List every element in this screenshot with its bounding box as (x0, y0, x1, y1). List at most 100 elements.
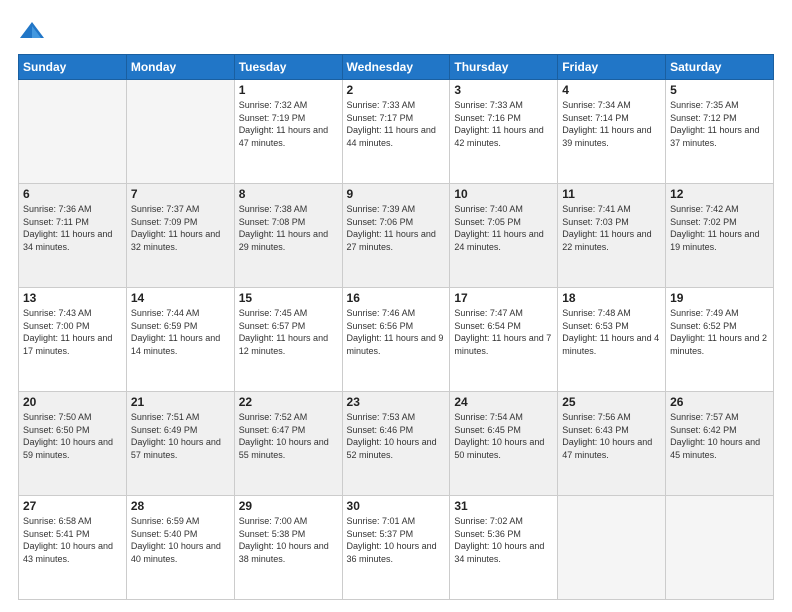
calendar-cell: 15 Sunrise: 7:45 AM Sunset: 6:57 PM Dayli… (234, 288, 342, 392)
day-info: Sunrise: 7:00 AM Sunset: 5:38 PM Dayligh… (239, 515, 338, 565)
calendar-cell: 11 Sunrise: 7:41 AM Sunset: 7:03 PM Dayli… (558, 184, 666, 288)
day-info: Sunrise: 7:46 AM Sunset: 6:56 PM Dayligh… (347, 307, 446, 357)
day-info: Sunrise: 7:47 AM Sunset: 6:54 PM Dayligh… (454, 307, 553, 357)
calendar-cell (666, 496, 774, 600)
day-info: Sunrise: 7:53 AM Sunset: 6:46 PM Dayligh… (347, 411, 446, 461)
calendar-cell: 1Sunrise: 7:32 AM Sunset: 7:19 PM Daylig… (234, 80, 342, 184)
day-number: 5 (670, 83, 769, 97)
day-info: Sunrise: 7:44 AM Sunset: 6:59 PM Dayligh… (131, 307, 230, 357)
day-number: 21 (131, 395, 230, 409)
calendar-cell: 3 Sunrise: 7:33 AM Sunset: 7:16 PM Daylig… (450, 80, 558, 184)
day-info: Sunrise: 7:33 AM Sunset: 7:17 PM Dayligh… (347, 99, 446, 149)
week-row-2: 6 Sunrise: 7:36 AM Sunset: 7:11 PM Daylig… (19, 184, 774, 288)
day-number: 7 (131, 187, 230, 201)
day-number: 29 (239, 499, 338, 513)
day-info: Sunrise: 7:01 AM Sunset: 5:37 PM Dayligh… (347, 515, 446, 565)
day-number: 25 (562, 395, 661, 409)
day-header-sunday: Sunday (19, 55, 127, 80)
calendar-cell: 2 Sunrise: 7:33 AM Sunset: 7:17 PM Daylig… (342, 80, 450, 184)
day-number: 24 (454, 395, 553, 409)
day-info: Sunrise: 7:37 AM Sunset: 7:09 PM Dayligh… (131, 203, 230, 253)
calendar-cell: 28 Sunrise: 6:59 AM Sunset: 5:40 PM Dayli… (126, 496, 234, 600)
calendar-cell: 4 Sunrise: 7:34 AM Sunset: 7:14 PM Daylig… (558, 80, 666, 184)
day-number: 16 (347, 291, 446, 305)
calendar-cell (19, 80, 127, 184)
day-header-friday: Friday (558, 55, 666, 80)
day-number: 28 (131, 499, 230, 513)
page: SundayMondayTuesdayWednesdayThursdayFrid… (0, 0, 792, 612)
calendar-cell: 5Sunrise: 7:35 AM Sunset: 7:12 PM Daylig… (666, 80, 774, 184)
day-number: 15 (239, 291, 338, 305)
day-info: Sunrise: 7:52 AM Sunset: 6:47 PM Dayligh… (239, 411, 338, 461)
day-info: Sunrise: 7:51 AM Sunset: 6:49 PM Dayligh… (131, 411, 230, 461)
day-info: Sunrise: 7:42 AM Sunset: 7:02 PM Dayligh… (670, 203, 769, 253)
day-info: Sunrise: 7:41 AM Sunset: 7:03 PM Dayligh… (562, 203, 661, 253)
day-header-wednesday: Wednesday (342, 55, 450, 80)
calendar-cell: 25 Sunrise: 7:56 AM Sunset: 6:43 PM Dayli… (558, 392, 666, 496)
day-header-saturday: Saturday (666, 55, 774, 80)
day-number: 2 (347, 83, 446, 97)
calendar-cell: 6 Sunrise: 7:36 AM Sunset: 7:11 PM Daylig… (19, 184, 127, 288)
logo (18, 18, 50, 46)
logo-icon (18, 18, 46, 46)
day-info: Sunrise: 7:57 AM Sunset: 6:42 PM Dayligh… (670, 411, 769, 461)
day-header-tuesday: Tuesday (234, 55, 342, 80)
calendar-cell: 21 Sunrise: 7:51 AM Sunset: 6:49 PM Dayli… (126, 392, 234, 496)
calendar-cell (558, 496, 666, 600)
days-header-row: SundayMondayTuesdayWednesdayThursdayFrid… (19, 55, 774, 80)
day-info: Sunrise: 7:45 AM Sunset: 6:57 PM Dayligh… (239, 307, 338, 357)
day-number: 10 (454, 187, 553, 201)
calendar-cell: 14 Sunrise: 7:44 AM Sunset: 6:59 PM Dayli… (126, 288, 234, 392)
day-number: 14 (131, 291, 230, 305)
day-number: 8 (239, 187, 338, 201)
day-number: 11 (562, 187, 661, 201)
day-info: Sunrise: 6:59 AM Sunset: 5:40 PM Dayligh… (131, 515, 230, 565)
week-row-4: 20 Sunrise: 7:50 AM Sunset: 6:50 PM Dayli… (19, 392, 774, 496)
day-info: Sunrise: 7:33 AM Sunset: 7:16 PM Dayligh… (454, 99, 553, 149)
day-number: 17 (454, 291, 553, 305)
day-number: 26 (670, 395, 769, 409)
day-number: 6 (23, 187, 122, 201)
day-info: Sunrise: 7:56 AM Sunset: 6:43 PM Dayligh… (562, 411, 661, 461)
day-number: 31 (454, 499, 553, 513)
calendar-cell: 7 Sunrise: 7:37 AM Sunset: 7:09 PM Daylig… (126, 184, 234, 288)
day-number: 23 (347, 395, 446, 409)
day-info: Sunrise: 7:02 AM Sunset: 5:36 PM Dayligh… (454, 515, 553, 565)
day-info: Sunrise: 7:43 AM Sunset: 7:00 PM Dayligh… (23, 307, 122, 357)
calendar-cell: 9Sunrise: 7:39 AM Sunset: 7:06 PM Daylig… (342, 184, 450, 288)
calendar-cell (126, 80, 234, 184)
day-info: Sunrise: 7:49 AM Sunset: 6:52 PM Dayligh… (670, 307, 769, 357)
day-number: 20 (23, 395, 122, 409)
day-info: Sunrise: 7:36 AM Sunset: 7:11 PM Dayligh… (23, 203, 122, 253)
day-info: Sunrise: 7:54 AM Sunset: 6:45 PM Dayligh… (454, 411, 553, 461)
day-number: 4 (562, 83, 661, 97)
day-number: 3 (454, 83, 553, 97)
calendar-cell: 13 Sunrise: 7:43 AM Sunset: 7:00 PM Dayli… (19, 288, 127, 392)
calendar-cell: 23 Sunrise: 7:53 AM Sunset: 6:46 PM Dayli… (342, 392, 450, 496)
day-info: Sunrise: 7:32 AM Sunset: 7:19 PM Dayligh… (239, 99, 338, 149)
calendar-cell: 8 Sunrise: 7:38 AM Sunset: 7:08 PM Daylig… (234, 184, 342, 288)
day-number: 18 (562, 291, 661, 305)
calendar-table: SundayMondayTuesdayWednesdayThursdayFrid… (18, 54, 774, 600)
day-info: Sunrise: 7:34 AM Sunset: 7:14 PM Dayligh… (562, 99, 661, 149)
day-number: 19 (670, 291, 769, 305)
day-info: Sunrise: 7:39 AM Sunset: 7:06 PM Dayligh… (347, 203, 446, 253)
calendar-cell: 16 Sunrise: 7:46 AM Sunset: 6:56 PM Dayli… (342, 288, 450, 392)
calendar-cell: 17 Sunrise: 7:47 AM Sunset: 6:54 PM Dayli… (450, 288, 558, 392)
calendar-cell: 10 Sunrise: 7:40 AM Sunset: 7:05 PM Dayli… (450, 184, 558, 288)
calendar-cell: 30Sunrise: 7:01 AM Sunset: 5:37 PM Dayli… (342, 496, 450, 600)
calendar-cell: 12 Sunrise: 7:42 AM Sunset: 7:02 PM Dayli… (666, 184, 774, 288)
calendar-cell: 20 Sunrise: 7:50 AM Sunset: 6:50 PM Dayli… (19, 392, 127, 496)
day-info: Sunrise: 7:48 AM Sunset: 6:53 PM Dayligh… (562, 307, 661, 357)
calendar-cell: 31 Sunrise: 7:02 AM Sunset: 5:36 PM Dayli… (450, 496, 558, 600)
day-info: Sunrise: 7:40 AM Sunset: 7:05 PM Dayligh… (454, 203, 553, 253)
day-number: 12 (670, 187, 769, 201)
calendar-cell: 19 Sunrise: 7:49 AM Sunset: 6:52 PM Dayli… (666, 288, 774, 392)
day-number: 13 (23, 291, 122, 305)
week-row-3: 13 Sunrise: 7:43 AM Sunset: 7:00 PM Dayli… (19, 288, 774, 392)
calendar-cell: 24 Sunrise: 7:54 AM Sunset: 6:45 PM Dayli… (450, 392, 558, 496)
day-info: Sunrise: 7:38 AM Sunset: 7:08 PM Dayligh… (239, 203, 338, 253)
day-info: Sunrise: 7:50 AM Sunset: 6:50 PM Dayligh… (23, 411, 122, 461)
day-header-thursday: Thursday (450, 55, 558, 80)
calendar-cell: 18 Sunrise: 7:48 AM Sunset: 6:53 PM Dayli… (558, 288, 666, 392)
